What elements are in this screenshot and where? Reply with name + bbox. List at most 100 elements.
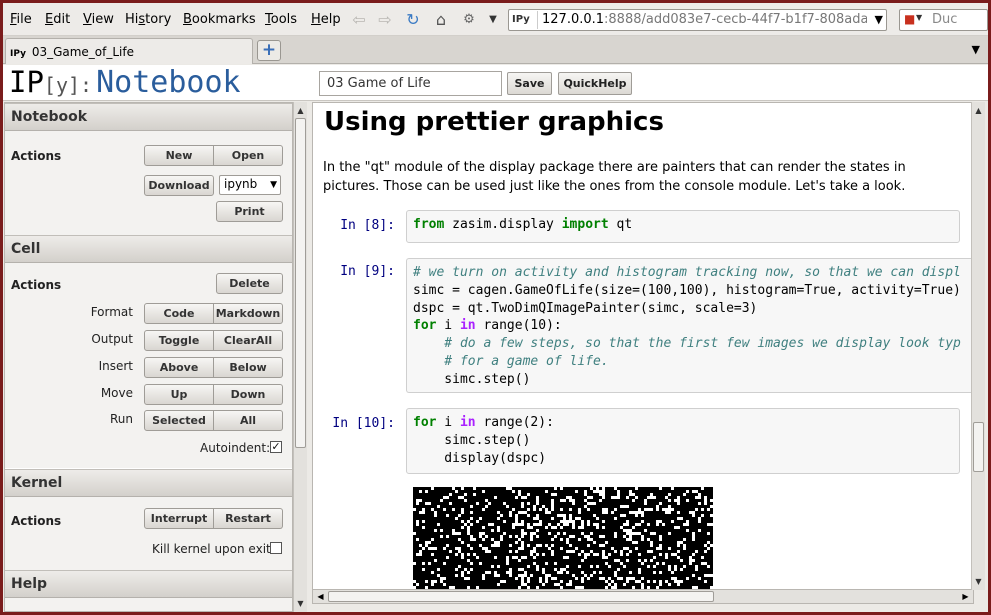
main-scroll-thumb[interactable] [973, 422, 984, 472]
site-identity-icon[interactable]: IPy [512, 11, 538, 29]
menu-bookmarks[interactable]: Bookmarks [183, 12, 256, 27]
section-help-header[interactable]: Help [5, 570, 292, 598]
menu-file[interactable]: File [10, 12, 32, 27]
format-label: Format [90, 305, 133, 319]
markdown-paragraph: In the "qt" module of the display packag… [323, 160, 906, 194]
url-path: :8888/add083e7-cecb-44f7-b1f7-808ada [604, 12, 867, 27]
cell-actions-label: Actions [11, 278, 62, 292]
format-code-button[interactable]: Code [144, 303, 214, 324]
notebook-name-field[interactable]: 03 Game of Life [319, 71, 502, 96]
logo-notebook: Notebook [96, 65, 241, 100]
tab-notebook[interactable]: IPy 03_Game_of_Life [5, 38, 253, 64]
restart-kernel-button[interactable]: Restart [214, 508, 283, 529]
input-prompt-10: In [10]: [332, 416, 395, 431]
markdown-heading: Using prettier graphics [324, 107, 664, 137]
game-of-life-output-image [413, 487, 713, 589]
url-dropdown-icon[interactable]: ▼ [875, 13, 883, 26]
main-scrollbar[interactable]: ▲ ▼ [971, 102, 985, 590]
section-help-body [5, 598, 292, 611]
input-prompt-8: In [8]: [340, 218, 395, 233]
run-label: Run [109, 412, 133, 426]
autoindent-checkbox[interactable]: ✓ [270, 441, 282, 453]
download-button[interactable]: Download [144, 175, 214, 196]
forward-icon[interactable]: ⇨ [375, 10, 395, 30]
kill-kernel-checkbox[interactable] [270, 542, 282, 554]
section-notebook-header[interactable]: Notebook [5, 103, 292, 131]
menu-help[interactable]: Help [311, 12, 341, 27]
open-notebook-button[interactable]: Open [214, 145, 283, 166]
insert-above-button[interactable]: Above [144, 357, 214, 378]
autoindent-label: Autoindent: [200, 441, 271, 455]
menu-history[interactable]: History [125, 12, 171, 27]
insert-below-button[interactable]: Below [214, 357, 283, 378]
notebook-actions-label: Actions [11, 149, 62, 163]
left-panel: Notebook Actions New Open Download ipynb… [4, 102, 293, 612]
print-button[interactable]: Print [216, 201, 283, 222]
run-selected-button[interactable]: Selected [144, 410, 214, 431]
insert-label: Insert [98, 359, 133, 373]
back-icon[interactable]: ⇦ [349, 10, 369, 30]
search-engine-icon[interactable]: ■ [904, 12, 915, 26]
delete-cell-button[interactable]: Delete [216, 273, 283, 294]
left-panel-scrollbar[interactable]: ▲ ▼ [293, 102, 307, 612]
menubar: File Edit View History Bookmarks Tools H… [3, 3, 988, 36]
main-horizontal-scroll-thumb[interactable] [328, 591, 714, 602]
section-cell-header[interactable]: Cell [5, 235, 292, 263]
quickhelp-button[interactable]: QuickHelp [558, 72, 632, 95]
input-prompt-9: In [9]: [340, 264, 395, 279]
scroll-up-icon[interactable]: ▲ [972, 104, 985, 117]
code-cell-8[interactable]: from zasim.display import qt [406, 210, 960, 243]
move-up-button[interactable]: Up [144, 384, 214, 405]
ipython-logo: IP[y]: Notebook [9, 65, 241, 100]
save-button[interactable]: Save [507, 72, 552, 95]
scroll-right-icon[interactable]: ▶ [959, 590, 972, 603]
chevron-down-icon[interactable]: ▼ [483, 10, 503, 30]
section-notebook-body: Actions New Open Download ipynb ▼ Print [5, 131, 292, 235]
browser-window: File Edit View History Bookmarks Tools H… [3, 3, 988, 612]
menu-edit[interactable]: Edit [45, 12, 70, 27]
move-label: Move [100, 386, 133, 400]
output-label: Output [91, 332, 133, 346]
format-markdown-button[interactable]: Markdown [214, 303, 283, 324]
notebook-header: IP[y]: Notebook 03 Game of Life Save Quic… [3, 65, 988, 101]
scroll-left-icon[interactable]: ◀ [314, 590, 327, 603]
new-notebook-button[interactable]: New [144, 145, 214, 166]
section-kernel-header[interactable]: Kernel [5, 469, 292, 497]
scroll-down-icon[interactable]: ▼ [294, 597, 307, 610]
download-format-select[interactable]: ipynb ▼ [219, 175, 281, 195]
main-horizontal-scrollbar[interactable]: ◀ ▶ [312, 590, 974, 604]
menu-view[interactable]: View [83, 12, 114, 27]
scroll-up-icon[interactable]: ▲ [294, 104, 307, 117]
menu-tools[interactable]: Tools [265, 12, 297, 27]
tab-favicon-icon: IPy [10, 49, 26, 59]
clear-all-output-button[interactable]: ClearAll [214, 330, 283, 351]
home-icon[interactable]: ⌂ [431, 10, 451, 30]
code-cell-10[interactable]: for i in range(2): simc.step() display(d… [406, 408, 960, 474]
section-cell-body: Actions Delete Format Code Markdown Outp… [5, 263, 292, 468]
url-host: 127.0.0.1 [542, 12, 605, 27]
kernel-actions-label: Actions [11, 514, 62, 528]
tab-bar: IPy 03_Game_of_Life + ▼ [3, 36, 988, 64]
kill-kernel-label: Kill kernel upon exit: [152, 542, 275, 556]
reload-icon[interactable]: ↻ [403, 10, 423, 30]
addon-icon[interactable]: ⚙ [459, 10, 479, 30]
move-down-button[interactable]: Down [214, 384, 283, 405]
download-format-value: ipynb [224, 177, 258, 191]
code-cell-9[interactable]: # we turn on activity and histogram trac… [406, 258, 973, 393]
run-all-button[interactable]: All [214, 410, 283, 431]
tab-title: 03_Game_of_Life [31, 45, 134, 59]
notebook-main-area: Using prettier graphics In the "qt" modu… [312, 102, 974, 590]
new-tab-button[interactable]: + [257, 40, 281, 61]
scroll-down-icon[interactable]: ▼ [972, 575, 985, 588]
search-engine-chevron-icon[interactable]: ▼ [916, 13, 922, 22]
interrupt-kernel-button[interactable]: Interrupt [144, 508, 214, 529]
select-chevron-icon: ▼ [270, 180, 277, 190]
search-input[interactable]: ■ ▼ Duc [899, 9, 988, 31]
toggle-output-button[interactable]: Toggle [144, 330, 214, 351]
logo-ip: IP [9, 65, 44, 99]
search-placeholder: Duc [932, 12, 958, 27]
tab-list-chevron-icon[interactable]: ▼ [972, 43, 980, 56]
url-bar[interactable]: IPy 127.0.0.1:8888/add083e7-cecb-44f7-b1… [508, 9, 887, 31]
logo-y: [y]: [43, 73, 93, 97]
left-panel-scroll-thumb[interactable] [295, 118, 306, 448]
